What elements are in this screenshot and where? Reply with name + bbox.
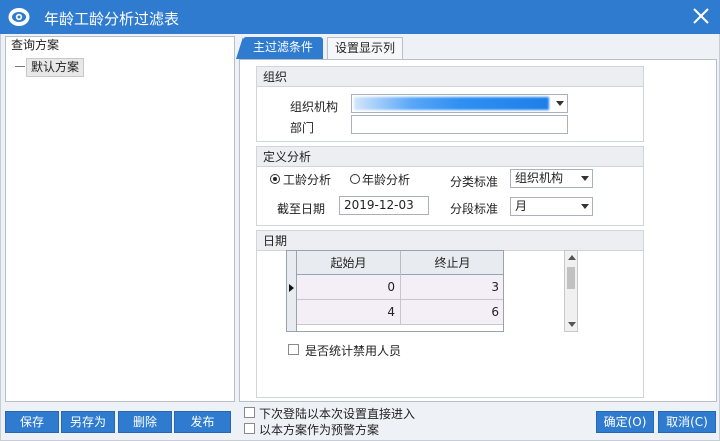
table-scrollbar[interactable] bbox=[564, 250, 578, 332]
chevron-down-icon bbox=[556, 101, 564, 106]
radio-seniority-label: 工龄分析 bbox=[283, 173, 332, 187]
class-label: 分类标准 bbox=[450, 175, 499, 189]
include-disabled-checkbox[interactable] bbox=[288, 344, 299, 355]
class-select[interactable]: 组织机构 bbox=[510, 169, 593, 188]
cancel-button[interactable]: 取消(C) bbox=[658, 411, 716, 433]
dept-field[interactable] bbox=[351, 115, 568, 134]
warning-scheme-checkbox[interactable] bbox=[244, 423, 255, 434]
dept-label: 部门 bbox=[290, 121, 315, 135]
save-as-button[interactable]: 另存为 bbox=[61, 411, 115, 433]
scroll-thumb[interactable] bbox=[567, 267, 575, 289]
analysis-group-title: 定义分析 bbox=[257, 147, 643, 167]
close-icon[interactable] bbox=[691, 6, 711, 26]
tab-content: 组织 组织机构 部门 定义分析 工龄分析 年龄分析 分类标准 组织机构 截至日期… bbox=[239, 59, 717, 402]
tab-main-filter[interactable]: 主过滤条件 bbox=[236, 37, 323, 59]
column-end-month: 终止月 bbox=[401, 251, 503, 275]
tree-connector bbox=[15, 66, 25, 67]
column-start-month: 起始月 bbox=[297, 251, 401, 275]
table-header: 起始月 终止月 bbox=[287, 251, 503, 275]
chevron-down-icon bbox=[581, 176, 589, 181]
query-scheme-header: 查询方案 bbox=[11, 38, 60, 52]
publish-button[interactable]: 发布 bbox=[174, 411, 231, 433]
ok-button[interactable]: 确定(O) bbox=[596, 411, 654, 433]
segment-label: 分段标准 bbox=[450, 202, 499, 216]
deadline-label: 截至日期 bbox=[277, 202, 326, 216]
org-label: 组织机构 bbox=[290, 100, 339, 114]
warning-scheme-label: 以本方案作为预警方案 bbox=[259, 423, 380, 437]
scroll-up-icon[interactable] bbox=[568, 255, 576, 260]
chevron-down-icon bbox=[581, 204, 589, 209]
segment-select[interactable]: 月 bbox=[510, 197, 593, 216]
redacted-value bbox=[354, 97, 549, 110]
next-login-label: 下次登陆以本次设置直接进入 bbox=[259, 407, 416, 421]
window-title: 年龄工龄分析过滤表 bbox=[44, 10, 180, 28]
table-cell[interactable]: 4 bbox=[297, 300, 401, 325]
org-group-title: 组织 bbox=[257, 67, 643, 87]
delete-button[interactable]: 删除 bbox=[118, 411, 172, 433]
save-button[interactable]: 保存 bbox=[5, 411, 59, 433]
dialog-body: 查询方案 默认方案 主过滤条件 设置显示列 组织 组织机构 部门 定义分析 工龄… bbox=[0, 34, 720, 441]
title-bar: 年龄工龄分析过滤表 bbox=[0, 0, 720, 34]
tab-display-columns[interactable]: 设置显示列 bbox=[327, 37, 403, 59]
scroll-down-icon[interactable] bbox=[568, 322, 576, 327]
table-cell[interactable]: 6 bbox=[401, 300, 503, 325]
table-cell[interactable]: 0 bbox=[297, 275, 401, 300]
next-login-checkbox[interactable] bbox=[244, 407, 255, 418]
org-select[interactable] bbox=[351, 94, 568, 113]
radio-seniority[interactable] bbox=[270, 174, 280, 184]
eye-app-icon bbox=[8, 8, 30, 26]
query-scheme-panel: 查询方案 默认方案 bbox=[5, 36, 235, 402]
radio-age-label: 年龄分析 bbox=[362, 173, 411, 187]
deadline-date-field[interactable]: 2019-12-03 bbox=[339, 196, 429, 215]
scheme-item-default[interactable]: 默认方案 bbox=[26, 58, 85, 77]
include-disabled-label: 是否统计禁用人员 bbox=[305, 344, 402, 358]
month-range-table: 起始月 终止月 0 3 4 6 bbox=[286, 250, 504, 332]
table-cell[interactable]: 3 bbox=[401, 275, 503, 300]
radio-age[interactable] bbox=[350, 174, 360, 184]
current-row-icon bbox=[289, 284, 294, 292]
date-group-title: 日期 bbox=[257, 231, 643, 251]
